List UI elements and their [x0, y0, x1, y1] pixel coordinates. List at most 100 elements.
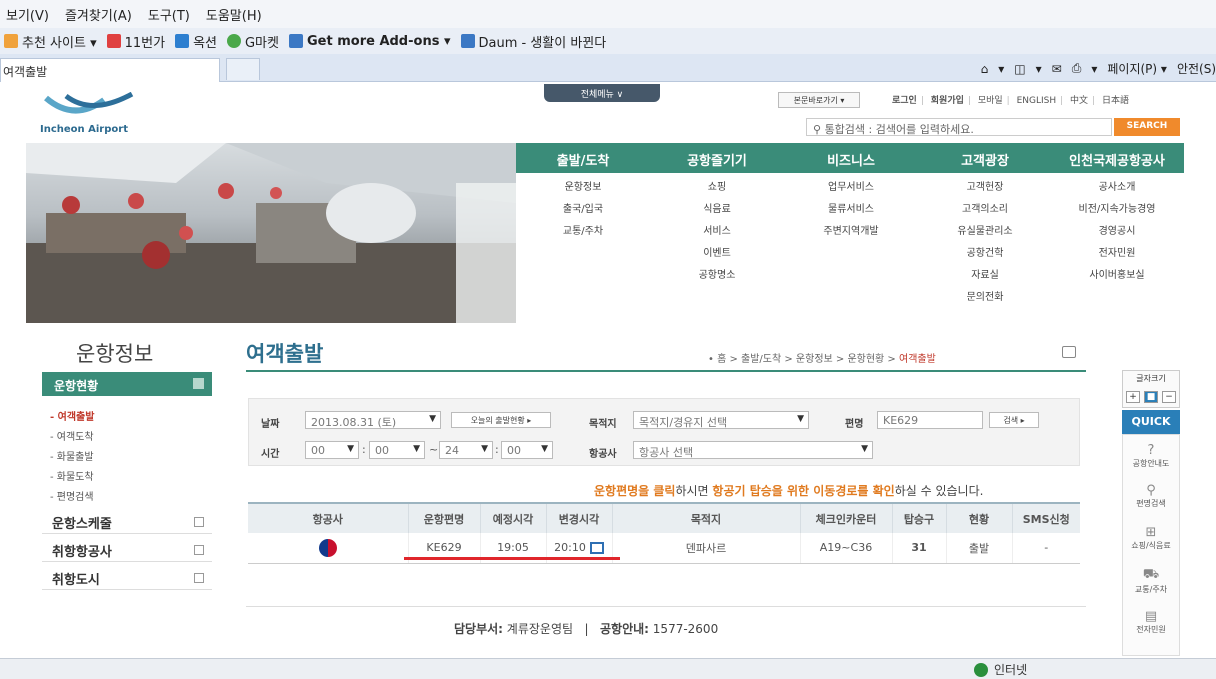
home-dropdown[interactable]: ▾ — [998, 62, 1004, 76]
gnb-item[interactable]: 출국/입국 — [516, 199, 650, 221]
gnb-item[interactable]: 경영공시 — [1050, 221, 1184, 243]
mobile-link[interactable]: 모바일 — [978, 96, 1003, 106]
expand-icon — [194, 545, 204, 555]
font-reset-button[interactable]: ■ — [1144, 391, 1158, 403]
quick-shopping[interactable]: ⊞ 쇼핑/식음료 — [1123, 525, 1179, 551]
gnb-item[interactable]: 주변지역개발 — [784, 221, 918, 243]
gnb-item[interactable]: 문의전화 — [918, 287, 1052, 309]
fav-11st[interactable]: 11번가 — [106, 32, 165, 51]
gnb-item[interactable]: 공항명소 — [650, 265, 784, 287]
gnb-title[interactable]: 출발/도착 — [516, 143, 650, 173]
gnb-item[interactable]: 운항정보 — [516, 177, 650, 199]
gnb-item[interactable]: 고객헌장 — [918, 177, 1052, 199]
font-size-label: 글자크기 — [1136, 374, 1166, 383]
chinese-link[interactable]: 中文 — [1070, 96, 1088, 106]
safety-menu[interactable]: 안전(S) — [1177, 60, 1216, 77]
quick-flight-search[interactable]: ⚲ 편명검색 — [1123, 483, 1179, 509]
menu-favorites[interactable]: 즐겨찾기(A) — [65, 5, 132, 24]
font-increase-button[interactable]: + — [1126, 391, 1140, 403]
join-link[interactable]: 회원가입 — [931, 96, 964, 106]
date-select[interactable]: 2013.08.31 (토) ▼ — [305, 411, 441, 429]
time-from-minute-select[interactable]: 00 ▼ — [369, 441, 425, 459]
gnb-title[interactable]: 비즈니스 — [784, 143, 918, 173]
gnb-item[interactable]: 공항건학 — [918, 243, 1052, 265]
print-icon[interactable]: ⎙ — [1072, 61, 1082, 76]
print-dropdown[interactable]: ▾ — [1091, 62, 1097, 76]
sidebar-item-flight-status[interactable]: 운항현황 — [42, 372, 212, 396]
sidebar-item-airlines[interactable]: 취항항공사 — [42, 538, 212, 562]
sidebar-item-cities[interactable]: 취항도시 — [42, 566, 212, 590]
fav-recommended[interactable]: 추천 사이트 ▾ — [4, 32, 97, 51]
chevron-down-icon: ▼ — [347, 444, 354, 454]
gnb-title[interactable]: 공항즐기기 — [650, 143, 784, 173]
fav-auction[interactable]: 옥션 — [175, 32, 217, 51]
sidebar-item-schedule[interactable]: 운항스케줄 — [42, 510, 212, 534]
feeds-dropdown[interactable]: ▾ — [1036, 62, 1042, 76]
english-link[interactable]: ENGLISH — [1017, 96, 1057, 106]
gnb-title[interactable]: 인천국제공항공사 — [1050, 143, 1184, 173]
page-menu[interactable]: 페이지(P) ▾ — [1107, 60, 1167, 77]
today-departures-button[interactable]: 오늘의 출발현황 ▸ — [451, 412, 551, 428]
gnb-item[interactable]: 교통/주차 — [516, 221, 650, 243]
print-page-icon[interactable] — [1062, 346, 1076, 358]
quick-transport[interactable]: ⛟ 교통/주차 — [1123, 567, 1179, 595]
home-icon[interactable]: ⌂ — [981, 62, 989, 76]
time-to-minute-select[interactable]: 00 ▼ — [501, 441, 553, 459]
gnb-item[interactable]: 자료실 — [918, 265, 1052, 287]
sidebar-sub-flight-search[interactable]: - 편명검색 — [50, 488, 94, 503]
gnb-item[interactable]: 쇼핑 — [650, 177, 784, 199]
sidebar-sub-passenger-departure[interactable]: - 여객출발 — [50, 408, 94, 423]
gnb-item[interactable]: 비전/지속가능경영 — [1050, 199, 1184, 221]
gnb-item[interactable]: 고객의소리 — [918, 199, 1052, 221]
gnb-item[interactable]: 서비스 — [650, 221, 784, 243]
skip-nav-select[interactable]: 본문바로가기 ▾ — [778, 92, 860, 108]
destination-select[interactable]: 목적지/경유지 선택 ▼ — [633, 411, 809, 429]
calendar-icon[interactable] — [589, 542, 604, 555]
gnb-item[interactable]: 식음료 — [650, 199, 784, 221]
feeds-icon[interactable]: ◫ — [1014, 62, 1025, 76]
mail-icon[interactable]: ✉ — [1052, 62, 1062, 76]
menu-view[interactable]: 보기(V) — [6, 5, 49, 24]
gnb-item[interactable]: 물류서비스 — [784, 199, 918, 221]
gnb-item[interactable]: 전자민원 — [1050, 243, 1184, 265]
font-decrease-button[interactable]: − — [1162, 391, 1176, 403]
gnb-item[interactable]: 유실물관리소 — [918, 221, 1052, 243]
all-menu-button[interactable]: 전체메뉴 ∨ — [544, 84, 660, 102]
chevron-down-icon: ▼ — [797, 414, 804, 424]
gnb-item[interactable]: 업무서비스 — [784, 177, 918, 199]
fav-addons[interactable]: Get more Add-ons ▾ — [288, 34, 451, 49]
table-header-row: 항공사 운항편명 예정시각 변경시각 목적지 체크인카운터 탑승구 현황 SMS… — [248, 502, 1080, 533]
flight-number-input[interactable]: KE629 — [877, 411, 983, 429]
chevron-down-icon: ▼ — [481, 444, 488, 454]
browser-menubar: 보기(V) 즐겨찾기(A) 도구(T) 도움말(H) — [0, 0, 1216, 28]
japanese-link[interactable]: 日本語 — [1102, 96, 1129, 106]
new-tab-button[interactable] — [226, 58, 260, 80]
sidebar-sub-cargo-departure[interactable]: - 화물출발 — [50, 448, 94, 463]
fav-gmarket[interactable]: G마켓 — [226, 32, 279, 51]
site-search-input[interactable]: ⚲ 통합검색 : 검색어를 입력하세요. — [806, 118, 1112, 136]
quick-civil-service[interactable]: ▤ 전자민원 — [1123, 609, 1179, 635]
fav-daum[interactable]: Daum - 생활이 바뀐다 — [460, 32, 606, 51]
menu-help[interactable]: 도움말(H) — [206, 5, 262, 24]
security-zone[interactable]: 인터넷 — [974, 661, 1027, 678]
gnb-item[interactable]: 사이버홍보실 — [1050, 265, 1184, 287]
menu-tools[interactable]: 도구(T) — [148, 5, 190, 24]
time-from-hour-select[interactable]: 00 ▼ — [305, 441, 359, 459]
quick-airport-map[interactable]: ? 공항안내도 — [1123, 443, 1179, 469]
gmarket-icon — [226, 34, 241, 48]
search-button[interactable]: 검색 ▸ — [989, 412, 1039, 428]
login-link[interactable]: 로그인 — [892, 96, 917, 106]
department-info: 담당부서: 계류장운영팀 | 공항안내: 1577-2600 — [454, 622, 719, 636]
gnb-item[interactable]: 이벤트 — [650, 243, 784, 265]
sidebar-sub-passenger-arrival[interactable]: - 여객도착 — [50, 428, 94, 443]
time-to-hour-select[interactable]: 24 ▼ — [439, 441, 493, 459]
gnb-item[interactable]: 공사소개 — [1050, 177, 1184, 199]
incheon-airport-logo[interactable] — [44, 92, 136, 118]
airline-select[interactable]: 항공사 선택 ▼ — [633, 441, 873, 459]
checkin-counter: A19~C36 — [800, 533, 893, 564]
gnb-title[interactable]: 고객광장 — [918, 143, 1052, 173]
sidebar-sub-cargo-arrival[interactable]: - 화물도착 — [50, 468, 94, 483]
airline-label: 항공사 — [589, 449, 617, 460]
site-search-button[interactable]: SEARCH — [1114, 118, 1180, 136]
tab-current[interactable]: 여객출발 — [0, 58, 220, 82]
